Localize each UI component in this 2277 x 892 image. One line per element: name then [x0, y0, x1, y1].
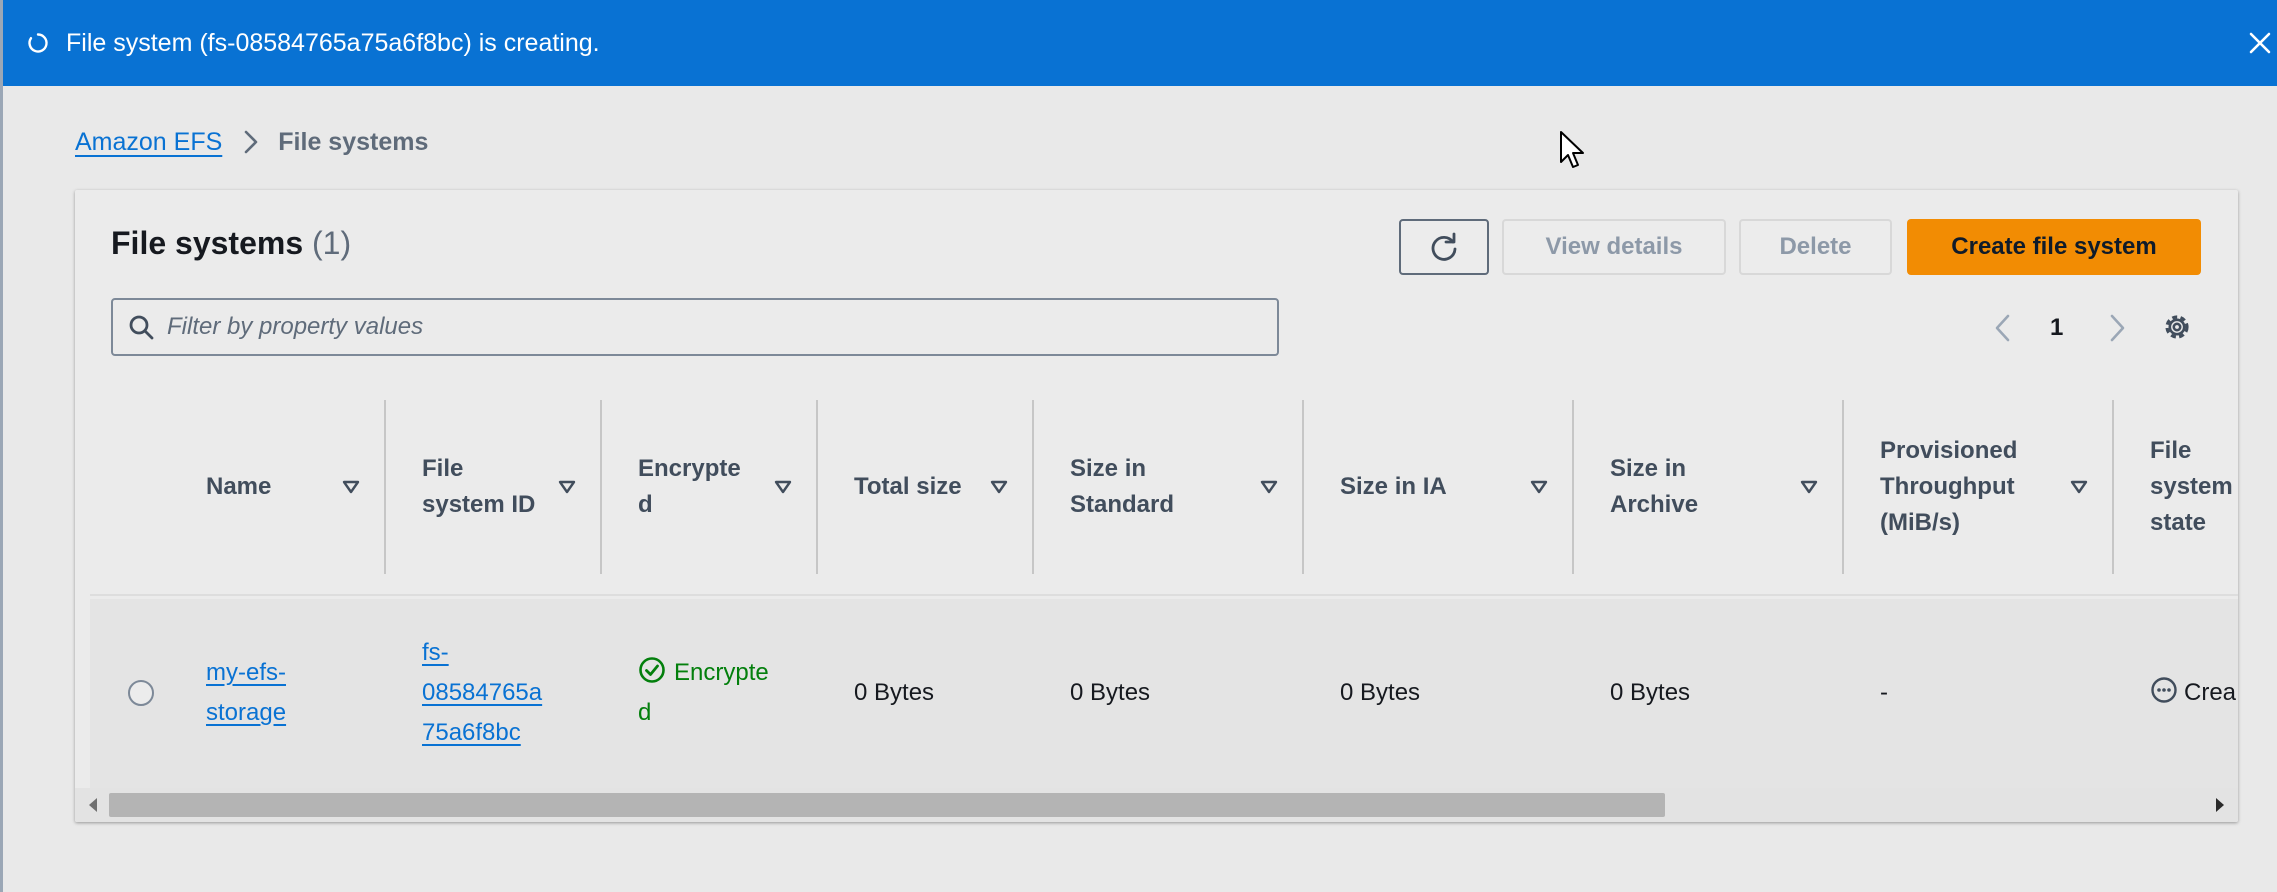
column-label: Name [206, 469, 271, 505]
column-label-line: Total size [854, 473, 962, 500]
column-label-line: Name [206, 473, 272, 500]
encrypted-status-text: d [638, 699, 652, 726]
refresh-icon [1431, 232, 1457, 261]
column-header-file-system-id[interactable]: File system ID [386, 400, 602, 574]
column-header-size-in-standard[interactable]: Size in Standard [1034, 400, 1304, 574]
column-label: Size in Archive [1610, 451, 1698, 523]
previous-page-icon[interactable] [1991, 312, 2015, 344]
link-line: 75a6f8bc [422, 719, 521, 746]
close-icon[interactable] [2241, 25, 2277, 61]
file-system-name-link[interactable]: my-efs- storage [206, 659, 286, 726]
cell-provisioned-throughput: - [1880, 679, 1888, 706]
scroll-left-arrow-icon[interactable] [87, 796, 99, 814]
column-label-line: Size in [1070, 455, 1147, 482]
chevron-right-icon [244, 130, 258, 154]
settings-gear-icon[interactable] [2160, 310, 2194, 344]
search-icon [129, 315, 154, 340]
column-label: Encrypte d [638, 451, 741, 523]
filter-input[interactable] [167, 313, 1247, 341]
file-system-id-link[interactable]: fs- 08584765a 75a6f8bc [422, 639, 542, 746]
column-label-line: Provisioned [1880, 437, 2018, 464]
column-header-name[interactable]: Name [170, 400, 386, 574]
mouse-cursor-icon [1560, 131, 1584, 168]
column-label-line: d [638, 491, 653, 518]
breadcrumb-current: File systems [278, 127, 429, 156]
column-header-size-in-archive[interactable]: Size in Archive [1574, 400, 1844, 574]
column-label-line: File [422, 455, 464, 482]
column-header-file-system-state[interactable]: File system state [2114, 400, 2238, 574]
cell-total-size: 0 Bytes [854, 679, 935, 706]
filter-field [111, 298, 1279, 356]
column-label-line: Size in [1610, 455, 1687, 482]
column-label-line: state [2150, 509, 2207, 536]
create-file-system-button[interactable]: Create file system [1907, 219, 2201, 275]
panel-title-text: File systems [111, 225, 304, 261]
column-label: File system state [2150, 433, 2233, 541]
flash-banner: File system (fs-08584765a75a6f8bc) is cr… [3, 0, 2277, 86]
sort-caret-icon[interactable] [774, 480, 792, 494]
file-systems-table-panel: File systems (1) View details Delete Cre… [75, 190, 2238, 822]
column-label: File system ID [422, 451, 535, 523]
next-page-icon[interactable] [2105, 312, 2129, 344]
page-number-button[interactable]: 1 [2050, 314, 2063, 342]
column-label-line: system ID [422, 491, 536, 518]
column-label-line: File [2150, 437, 2192, 464]
column-label-line: Size in IA [1340, 473, 1447, 500]
column-label-line: system [2150, 473, 2233, 500]
delete-button[interactable]: Delete [1739, 219, 1892, 275]
cell-encrypted: Encrypte d [638, 653, 769, 733]
column-header-total-size[interactable]: Total size [818, 400, 1034, 574]
breadcrumb: Amazon EFS File systems [75, 127, 428, 157]
link-line: 08584765a [422, 679, 543, 706]
flash-banner-message: File system (fs-08584765a75a6f8bc) is cr… [66, 28, 600, 57]
item-count: (1) [312, 225, 352, 261]
column-label: Size in IA [1340, 469, 1447, 505]
sort-caret-icon[interactable] [342, 480, 360, 494]
column-label-line: Standard [1070, 491, 1175, 518]
table-header-divider [90, 594, 2238, 596]
loading-spinner-icon [28, 33, 48, 53]
column-label: Total size [854, 469, 962, 505]
cell-file-system-state: Crea [2150, 673, 2236, 713]
link-line: my-efs- [206, 659, 286, 686]
sort-caret-icon[interactable] [1260, 480, 1278, 494]
column-label-line: Encrypte [638, 455, 741, 482]
row-select-radio[interactable] [128, 680, 154, 706]
cell-size-in-archive: 0 Bytes [1610, 679, 1691, 706]
scrollbar-thumb[interactable] [109, 793, 1665, 817]
cell-size-in-standard: 0 Bytes [1070, 679, 1151, 706]
sort-caret-icon[interactable] [990, 480, 1008, 494]
cell-file-system-id: fs- 08584765a 75a6f8bc [422, 633, 542, 753]
column-label-line: (MiB/s) [1880, 509, 1960, 536]
panel-title: File systems (1) [111, 225, 351, 262]
table-row[interactable]: my-efs- storage fs- 08584765a 75a6f8bc E… [90, 599, 2238, 789]
breadcrumb-link-amazon-efs[interactable]: Amazon EFS [75, 128, 222, 157]
column-label-line: Throughput [1880, 473, 2015, 500]
sort-caret-icon[interactable] [1530, 480, 1548, 494]
column-header-encrypted[interactable]: Encrypte d [602, 400, 818, 574]
link-line: storage [206, 699, 287, 726]
column-label-line: Archive [1610, 491, 1699, 518]
refresh-button[interactable] [1399, 219, 1489, 275]
scroll-right-arrow-icon[interactable] [2214, 796, 2226, 814]
sort-caret-icon[interactable] [558, 480, 576, 494]
state-text: Crea [2184, 679, 2237, 706]
column-label: Provisioned Throughput (MiB/s) [1880, 433, 2017, 541]
pending-status-icon [2151, 677, 2177, 703]
horizontal-scrollbar[interactable] [75, 788, 2238, 822]
column-header-size-in-ia[interactable]: Size in IA [1304, 400, 1574, 574]
encrypted-status-text: Encrypte [674, 659, 769, 686]
sort-caret-icon[interactable] [2070, 480, 2088, 494]
link-line: fs- [422, 639, 449, 666]
column-label: Size in Standard [1070, 451, 1174, 523]
check-circle-icon [639, 657, 665, 683]
column-header-provisioned-throughput[interactable]: Provisioned Throughput (MiB/s) [1844, 400, 2114, 574]
sort-caret-icon[interactable] [1800, 480, 1818, 494]
cell-size-in-ia: 0 Bytes [1340, 679, 1421, 706]
cell-name: my-efs- storage [206, 653, 286, 733]
view-details-button[interactable]: View details [1502, 219, 1726, 275]
